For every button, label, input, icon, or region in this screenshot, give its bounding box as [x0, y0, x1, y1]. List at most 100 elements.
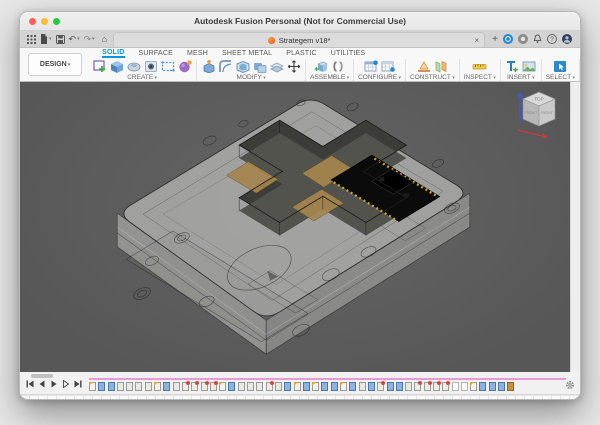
shell-icon[interactable]	[235, 60, 250, 73]
timeline-feature-doc[interactable]	[126, 382, 134, 391]
file-menu-button[interactable]: ▾	[39, 34, 53, 44]
measure-icon[interactable]	[472, 60, 487, 73]
timeline-feature-doc[interactable]	[358, 382, 366, 391]
timeline-feature-doc[interactable]	[274, 382, 282, 391]
timeline-feature-joint[interactable]	[432, 381, 441, 391]
go-to-start-button[interactable]	[26, 380, 34, 388]
tab-surface[interactable]: SURFACE	[139, 50, 173, 57]
timeline-feature-joint[interactable]	[209, 381, 218, 391]
timeline-feature-extrude[interactable]	[98, 382, 106, 391]
timeline-feature-joint[interactable]	[265, 381, 274, 391]
timeline-feature-doc[interactable]	[144, 382, 152, 391]
timeline-feature-doc[interactable]	[116, 382, 124, 391]
timeline-feature-doc[interactable]	[172, 382, 180, 391]
save-button[interactable]	[55, 34, 66, 44]
group-assemble-label[interactable]: ASSEMBLE	[310, 74, 349, 81]
timeline-feature-plane[interactable]	[460, 382, 468, 391]
play-button[interactable]	[50, 380, 58, 388]
profile-avatar[interactable]	[562, 34, 572, 44]
tab-utilities[interactable]: UTILITIES	[331, 50, 365, 57]
app-grid-icon[interactable]	[26, 34, 37, 44]
group-construct-label[interactable]: CONSTRUCT	[410, 74, 455, 81]
timeline-feature-joint[interactable]	[377, 381, 386, 391]
timeline-feature-doc[interactable]	[237, 382, 245, 391]
group-select-label[interactable]: SELECT	[546, 74, 575, 81]
timeline-feature-doc[interactable]	[247, 382, 255, 391]
timeline-feature-joint[interactable]	[414, 381, 423, 391]
press-pull-icon[interactable]	[201, 60, 216, 73]
timeline-feature-joint[interactable]	[181, 381, 190, 391]
group-configure-label[interactable]: CONFIGURE	[358, 74, 401, 81]
timeline-feature-sketch[interactable]	[312, 382, 320, 391]
timeline-feature-extrude[interactable]	[488, 382, 496, 391]
undo-button[interactable]: ↶ ▾	[68, 34, 81, 44]
axis-planes-icon[interactable]	[433, 60, 448, 73]
offset-plane-icon[interactable]	[416, 60, 431, 73]
timeline-feature-extrude[interactable]	[228, 382, 236, 391]
timeline-feature-joint[interactable]	[423, 381, 432, 391]
new-tab-button[interactable]: +	[487, 34, 503, 45]
close-tab-button[interactable]: ×	[474, 36, 479, 45]
tab-solid[interactable]: SOLID	[102, 49, 125, 58]
timeline-feature-doc[interactable]	[135, 382, 143, 391]
pattern-icon[interactable]	[160, 60, 175, 73]
timeline-feature-sketch[interactable]	[154, 382, 162, 391]
timeline-feature-extrude[interactable]	[321, 382, 329, 391]
revolve-icon[interactable]	[126, 60, 141, 73]
hole-icon[interactable]	[143, 60, 158, 73]
model-viewport[interactable]: TOP FRONT RIGHT ▾ ▾ ▾	[20, 82, 580, 372]
form-icon[interactable]	[177, 60, 192, 73]
online-status-icon[interactable]	[503, 34, 513, 44]
timeline-feature-sketch[interactable]	[470, 382, 478, 391]
extrude-icon[interactable]	[109, 60, 124, 73]
timeline-feature-sketch[interactable]	[340, 382, 348, 391]
timeline-zoom-handle[interactable]	[31, 374, 53, 378]
timeline-feature-extrude[interactable]	[107, 382, 115, 391]
configuration-insert-icon[interactable]	[381, 60, 396, 73]
timeline-feature-extrude[interactable]	[498, 382, 506, 391]
select-icon[interactable]	[553, 60, 568, 73]
timeline-feature-gold[interactable]	[507, 382, 515, 391]
timeline-feature-doc[interactable]	[256, 382, 264, 391]
timeline-feature-sketch[interactable]	[293, 382, 301, 391]
view-cube[interactable]: TOP FRONT RIGHT	[506, 86, 566, 144]
go-to-end-button[interactable]	[74, 380, 82, 388]
timeline-feature-extrude[interactable]	[302, 382, 310, 391]
timeline-feature-extrude[interactable]	[349, 382, 357, 391]
group-insert-label[interactable]: INSERT	[507, 74, 535, 81]
timeline-feature-sketch[interactable]	[219, 382, 227, 391]
timeline-feature-plane[interactable]	[451, 382, 459, 391]
home-icon[interactable]: ⌂	[102, 34, 107, 44]
group-create-label[interactable]: CREATE	[127, 74, 157, 81]
fillet-icon[interactable]	[218, 60, 233, 73]
notifications-icon[interactable]	[533, 34, 542, 44]
timeline-feature-joint[interactable]	[200, 381, 209, 391]
timeline-feature-joint[interactable]	[191, 381, 200, 391]
timeline-feature-extrude[interactable]	[284, 382, 292, 391]
timeline-feature-extrude[interactable]	[367, 382, 375, 391]
group-inspect-label[interactable]: INSPECT	[464, 74, 496, 81]
tab-plastic[interactable]: PLASTIC	[286, 50, 317, 57]
timeline-settings-gear-icon[interactable]	[565, 380, 575, 390]
job-status-icon[interactable]	[518, 34, 528, 44]
decal-icon[interactable]	[505, 60, 520, 73]
timeline-feature-joint[interactable]	[442, 381, 451, 391]
create-sketch-icon[interactable]	[92, 60, 107, 73]
document-tab[interactable]: Strategem v18* ×	[113, 32, 486, 47]
help-icon[interactable]: ?	[547, 34, 557, 44]
configuration-table-icon[interactable]	[364, 60, 379, 73]
timeline-ruler[interactable]	[20, 395, 580, 399]
combine-icon[interactable]	[252, 60, 267, 73]
redo-button[interactable]: ↷ ▾	[83, 34, 96, 44]
tab-mesh[interactable]: MESH	[187, 50, 208, 57]
timeline-feature-extrude[interactable]	[479, 382, 487, 391]
step-forward-button[interactable]	[62, 380, 70, 388]
workspace-selector[interactable]: DESIGN ▾	[28, 53, 83, 76]
move-copy-icon[interactable]	[286, 60, 301, 73]
joint-icon[interactable]	[331, 60, 346, 73]
tab-sheet-metal[interactable]: SHEET METAL	[222, 50, 272, 57]
step-back-button[interactable]	[38, 380, 46, 388]
timeline-feature-extrude[interactable]	[386, 382, 394, 391]
offset-face-icon[interactable]	[269, 60, 284, 73]
timeline-feature-extrude[interactable]	[163, 382, 171, 391]
